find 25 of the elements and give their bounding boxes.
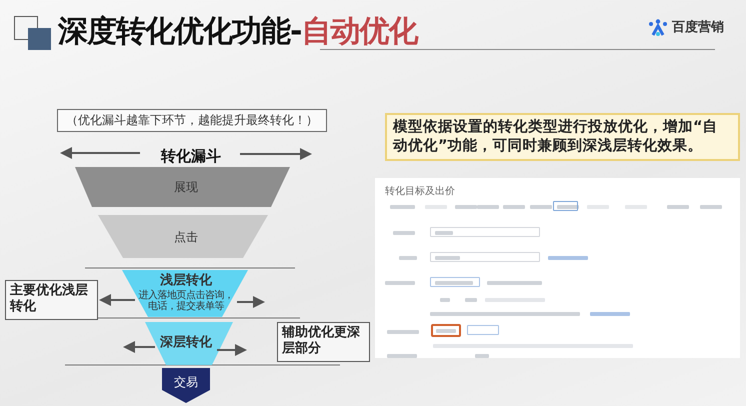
stage-label: 点击 [173,231,199,245]
stage-label: 交易 [173,376,199,390]
arrow-icon [60,147,140,159]
form-field [430,276,480,287]
arrow-icon [123,341,155,353]
form-title: 转化目标及出价 [385,184,455,199]
logo-text: 百度营销 [672,18,724,37]
stage-label: 深层转化 [159,336,213,351]
arrow-icon [217,344,247,356]
stage-label: 浅层转化 [159,274,213,289]
description-callout: 模型依据设置的转化类型进行投放优化，增加“自动优化”功能，可同时兼顾到深浅层转化效果。 [385,113,740,161]
arrow-icon [99,294,135,306]
note-box: （优化漏斗越靠下环节，越能提升最终转化！） [57,109,327,132]
slide-title: 深度转化优化功能-自动优化 [58,14,418,50]
callout: 主要优化浅层转化 [5,280,98,320]
funnel-title: 转化漏斗 [160,148,222,166]
form-field [467,324,499,335]
arrow-icon [240,148,312,160]
stage-detail: 进入落地页点击咨询，电话，提交表单等 [138,290,234,312]
form-field [553,200,578,211]
square-icon [28,28,51,50]
stage-label: 展现 [173,181,199,195]
logo-icon [648,18,668,37]
callout: 辅助优化更深层部分 [277,322,370,362]
arrow-icon [237,296,265,308]
